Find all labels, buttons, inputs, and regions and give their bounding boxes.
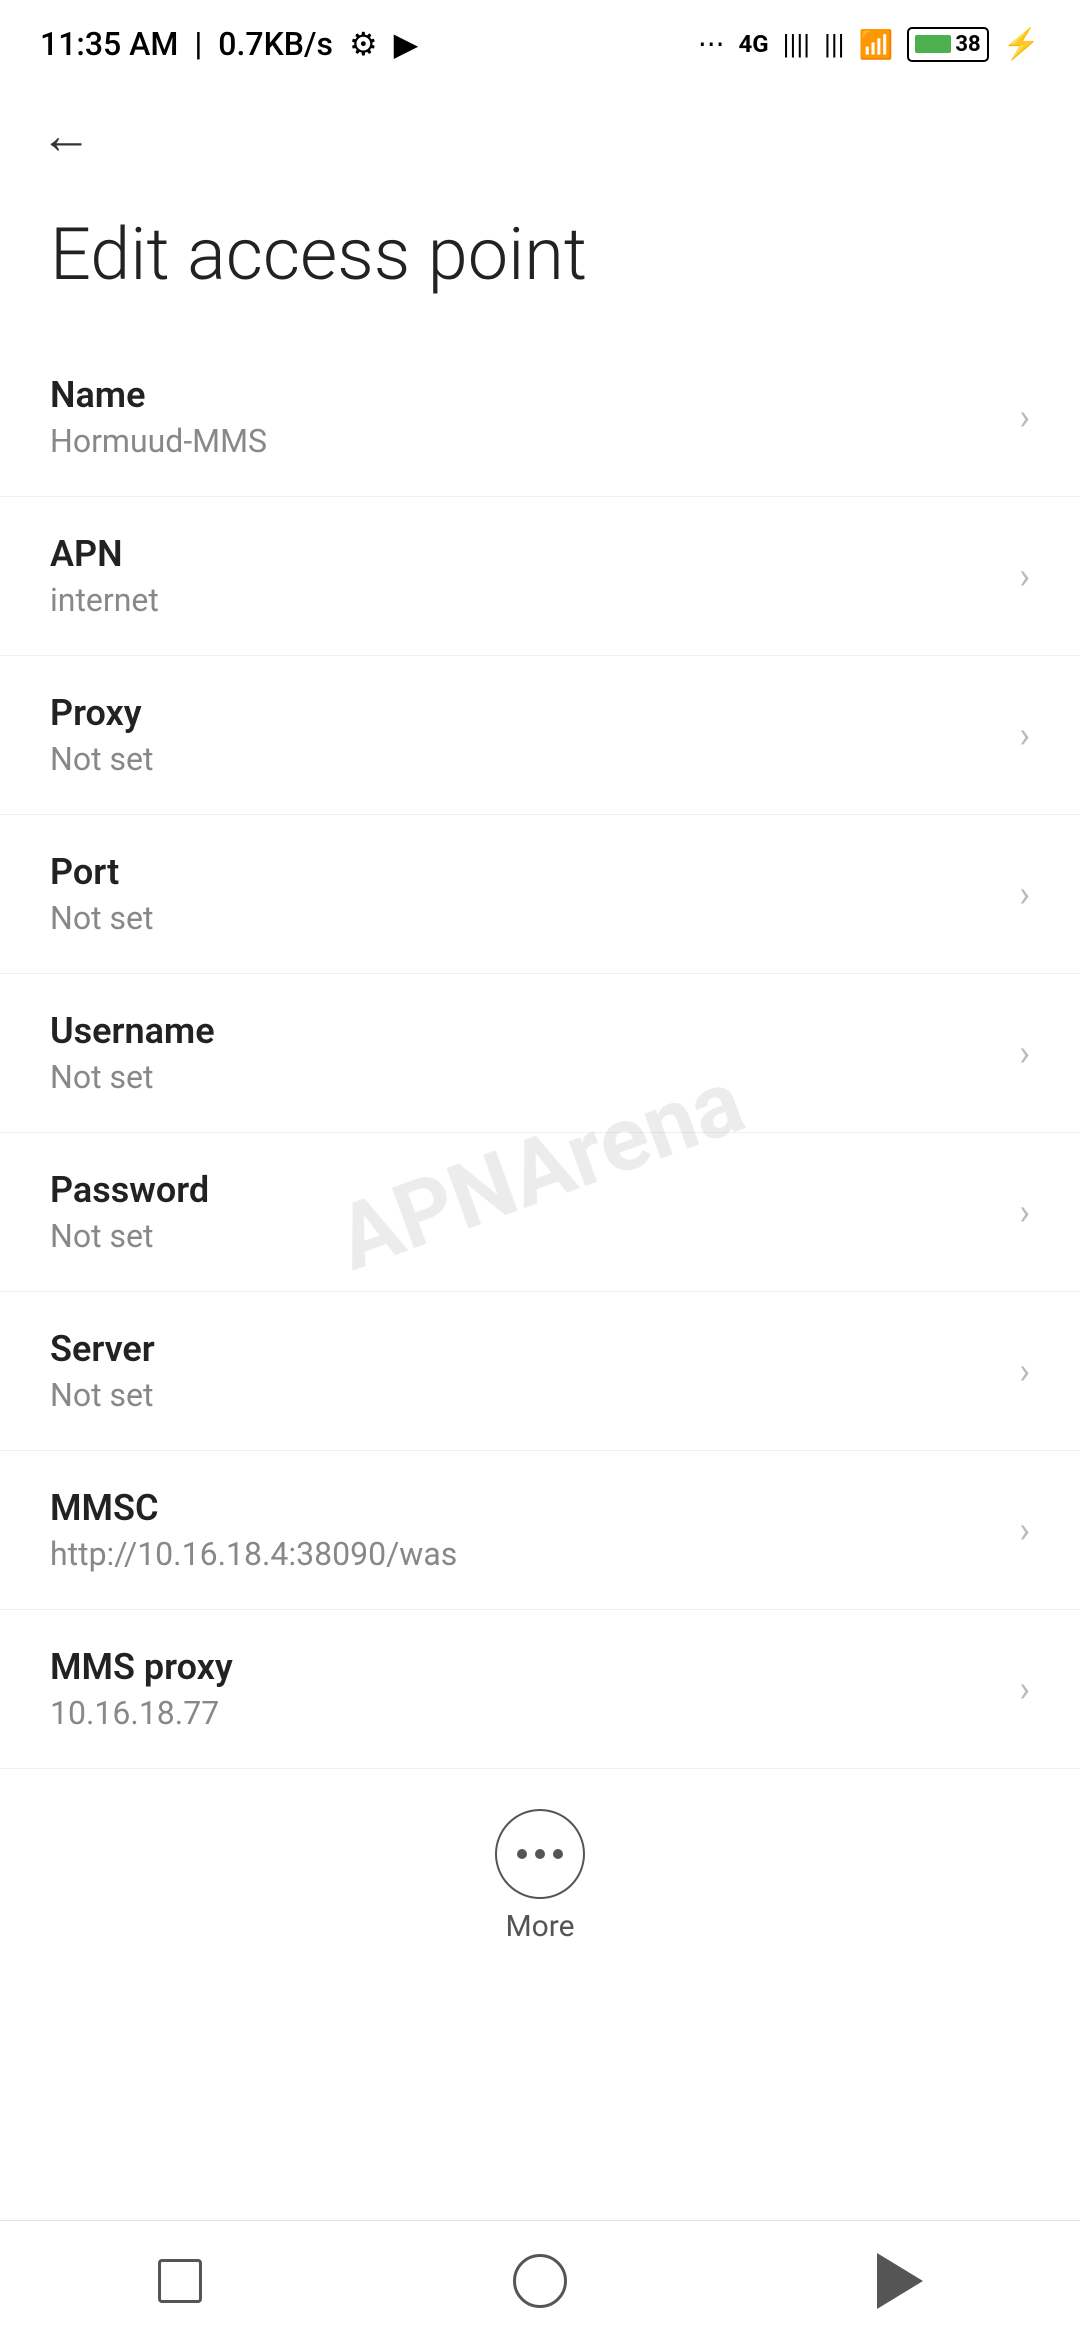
settings-item-name[interactable]: Name Hormuud-MMS › (0, 338, 1080, 497)
settings-item-port[interactable]: Port Not set › (0, 815, 1080, 974)
settings-value-name: Hormuud-MMS (50, 422, 999, 460)
chevron-server: › (1019, 1350, 1030, 1392)
settings-label-mms-proxy: MMS proxy (50, 1646, 999, 1688)
more-section: More (0, 1769, 1080, 1974)
signal-bars2-icon: ||| (824, 28, 845, 61)
settings-icon: ⚙ (349, 25, 378, 63)
top-nav: ← (0, 80, 1080, 182)
nav-home-button[interactable] (500, 2241, 580, 2321)
chevron-port: › (1019, 873, 1030, 915)
chevron-apn: › (1019, 555, 1030, 597)
settings-item-apn-content: APN internet (50, 533, 999, 619)
back-button[interactable]: ← (40, 105, 92, 166)
settings-value-username: Not set (50, 1058, 999, 1096)
settings-item-mms-proxy[interactable]: MMS proxy 10.16.18.77 › (0, 1610, 1080, 1769)
nav-recents-button[interactable] (140, 2241, 220, 2321)
chevron-mms-proxy: › (1019, 1668, 1030, 1710)
settings-value-proxy: Not set (50, 740, 999, 778)
separator: | (194, 25, 202, 63)
chevron-password: › (1019, 1191, 1030, 1233)
settings-label-port: Port (50, 851, 999, 893)
content-area: Name Hormuud-MMS › APN internet › Proxy … (0, 338, 1080, 2174)
settings-value-server: Not set (50, 1376, 999, 1414)
back-icon (877, 2253, 923, 2309)
settings-item-username[interactable]: Username Not set › (0, 974, 1080, 1133)
more-dots-icon (517, 1849, 563, 1859)
signal-bars-icon: |||| (783, 28, 810, 61)
settings-label-username: Username (50, 1010, 999, 1052)
settings-list: Name Hormuud-MMS › APN internet › Proxy … (0, 338, 1080, 1769)
settings-label-name: Name (50, 374, 999, 416)
settings-item-username-content: Username Not set (50, 1010, 999, 1096)
settings-item-mms-proxy-content: MMS proxy 10.16.18.77 (50, 1646, 999, 1732)
settings-item-mmsc[interactable]: MMSC http://10.16.18.4:38090/was › (0, 1451, 1080, 1610)
chevron-name: › (1019, 396, 1030, 438)
settings-item-port-content: Port Not set (50, 851, 999, 937)
battery-icon: 38 (907, 27, 988, 62)
settings-value-mmsc: http://10.16.18.4:38090/was (50, 1535, 999, 1573)
video-icon: ▶ (394, 25, 419, 63)
home-icon (513, 2254, 567, 2308)
bottom-nav (0, 2220, 1080, 2340)
settings-value-apn: internet (50, 581, 999, 619)
settings-item-password[interactable]: Password Not set › (0, 1133, 1080, 1292)
settings-label-mmsc: MMSC (50, 1487, 999, 1529)
more-label: More (505, 1909, 574, 1944)
wifi-icon: 📶 (859, 28, 894, 61)
settings-item-password-content: Password Not set (50, 1169, 999, 1255)
more-button[interactable] (495, 1809, 585, 1899)
settings-label-apn: APN (50, 533, 999, 575)
settings-label-password: Password (50, 1169, 999, 1211)
settings-item-server[interactable]: Server Not set › (0, 1292, 1080, 1451)
settings-label-server: Server (50, 1328, 999, 1370)
status-left: 11:35 AM | 0.7KB/s ⚙ ▶ (40, 25, 418, 63)
time: 11:35 AM (40, 25, 178, 63)
speed: 0.7KB/s (218, 25, 333, 63)
status-right: ⋅⋅⋅ 4G |||| ||| 📶 38 ⚡ (698, 27, 1040, 62)
settings-item-apn[interactable]: APN internet › (0, 497, 1080, 656)
signal-4g-icon: 4G (739, 30, 769, 58)
status-bar: 11:35 AM | 0.7KB/s ⚙ ▶ ⋅⋅⋅ 4G |||| ||| 📶… (0, 0, 1080, 80)
recents-icon (158, 2259, 202, 2303)
bluetooth-icon: ⋅⋅⋅ (698, 28, 725, 61)
chevron-proxy: › (1019, 714, 1030, 756)
settings-value-password: Not set (50, 1217, 999, 1255)
charging-icon: ⚡ (1003, 27, 1040, 62)
settings-value-port: Not set (50, 899, 999, 937)
settings-item-name-content: Name Hormuud-MMS (50, 374, 999, 460)
settings-item-proxy[interactable]: Proxy Not set › (0, 656, 1080, 815)
nav-back-button[interactable] (860, 2241, 940, 2321)
settings-item-proxy-content: Proxy Not set (50, 692, 999, 778)
settings-item-server-content: Server Not set (50, 1328, 999, 1414)
settings-item-mmsc-content: MMSC http://10.16.18.4:38090/was (50, 1487, 999, 1573)
settings-value-mms-proxy: 10.16.18.77 (50, 1694, 999, 1732)
chevron-mmsc: › (1019, 1509, 1030, 1551)
settings-label-proxy: Proxy (50, 692, 999, 734)
page-title: Edit access point (0, 182, 1080, 338)
chevron-username: › (1019, 1032, 1030, 1074)
